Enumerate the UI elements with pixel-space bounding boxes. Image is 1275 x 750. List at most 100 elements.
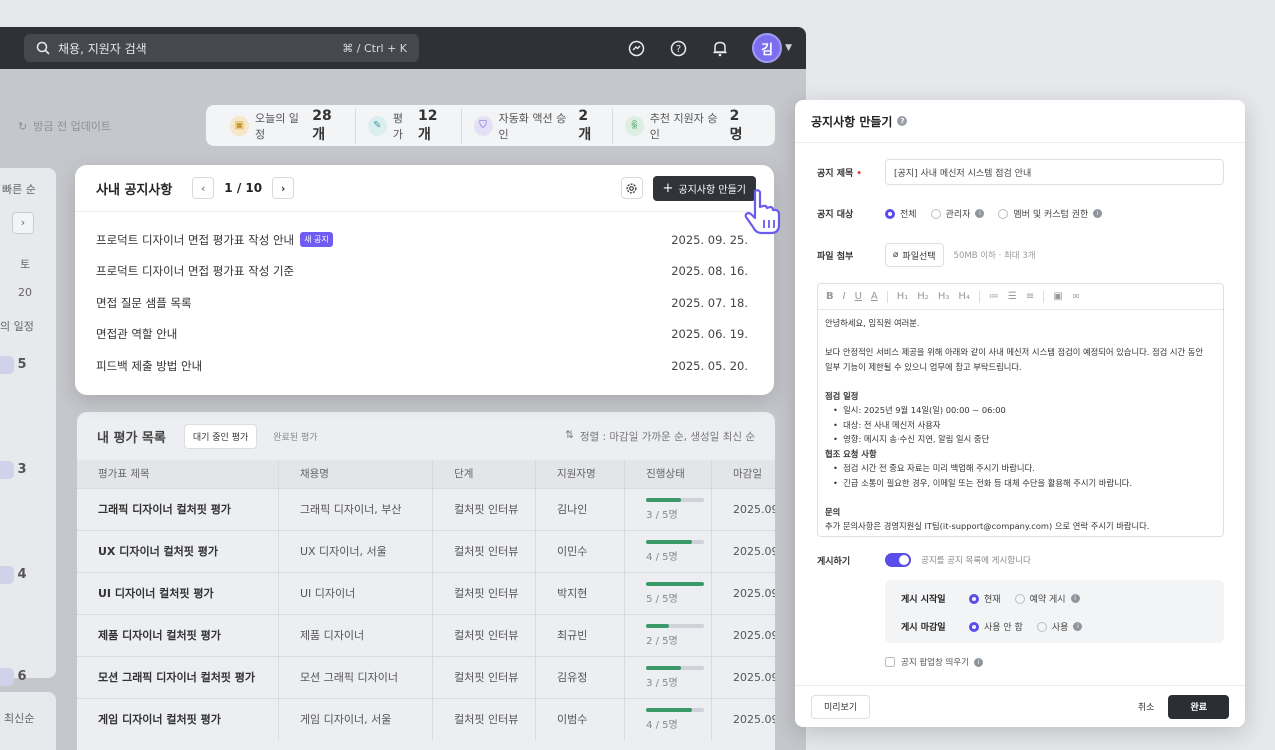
progress-bar xyxy=(646,707,705,712)
sort-info[interactable]: ⇅ 정렬 : 마감일 가까운 순, 생성일 최신 순 xyxy=(565,429,755,444)
cell-stage: 컬처핏 인터뷰 xyxy=(432,571,536,614)
cancel-button[interactable]: 취소 xyxy=(1138,700,1155,713)
italic-button[interactable]: I xyxy=(843,291,846,302)
info-icon[interactable]: i xyxy=(973,657,983,667)
notice-item[interactable]: 면접 질문 샘플 목록 2025. 07. 18. xyxy=(96,287,748,319)
target-option-all[interactable]: 전체 xyxy=(885,207,917,220)
ordered-list-icon[interactable]: ≔ xyxy=(989,291,999,302)
align-icon[interactable]: ≡ xyxy=(1026,291,1034,302)
progress-bar xyxy=(646,623,705,628)
table-row[interactable]: 게임 디자이너 컬처핏 평가 게임 디자이너, 서울 컬처핏 인터뷰 이범수 4 / 5… xyxy=(77,697,775,740)
heading4-button[interactable]: H₄ xyxy=(958,291,970,302)
progress-bar xyxy=(646,665,705,670)
notice-item[interactable]: 프로덕트 디자이너 면접 평가표 작성 안내 새 공지 2025. 09. 25. xyxy=(96,224,748,256)
target-option-member[interactable]: 멤버 및 커스텀 권한 i xyxy=(998,207,1103,220)
user-menu[interactable]: 김 ▼ xyxy=(752,33,792,63)
progress-fill xyxy=(646,581,705,586)
stat-label: 추천 지원자 승인 xyxy=(649,111,718,141)
cell-due: 2025.09.04 xyxy=(711,571,775,614)
heading3-button[interactable]: H₃ xyxy=(938,291,950,302)
bullet-list-icon[interactable]: ☰ xyxy=(1008,291,1017,302)
file-hint: 50MB 이하 · 최대 3개 xyxy=(953,251,1036,261)
stat-evaluation[interactable]: ✎ 평가 12개 xyxy=(356,107,462,144)
title-field-row: 공지 제목 • [공지] 사내 메신저 시스템 점검 안내 xyxy=(817,159,1224,185)
progress-fill xyxy=(646,623,670,628)
stat-schedule[interactable]: ▣ 오늘의 일정 28개 xyxy=(218,107,356,144)
file-label: 파일 첨부 xyxy=(817,251,854,262)
radio-label: 멤버 및 커스텀 권한 xyxy=(1013,210,1089,220)
cell-stage: 컬처핏 인터뷰 xyxy=(432,655,536,698)
page-total: / 10 xyxy=(236,181,263,195)
progress-text: 4 / 5명 xyxy=(646,551,678,563)
help-icon[interactable]: ? xyxy=(668,38,688,58)
title-input[interactable]: [공지] 사내 메신저 시스템 점검 안내 xyxy=(885,159,1224,185)
info-icon[interactable]: i xyxy=(975,209,985,218)
rich-text-editor[interactable]: B I U A H₁ H₂ H₃ H₄ ≔ ☰ ≡ ▣ ∞ 안녕하세요, 임직원… xyxy=(817,283,1224,537)
heading2-button[interactable]: H₂ xyxy=(917,291,929,302)
body-text: 긴급 소통이 필요한 경우, 이메일 또는 전화 등 대체 수단을 활용해 주시… xyxy=(843,477,1132,488)
progress-fill xyxy=(646,707,693,712)
info-icon[interactable]: i xyxy=(1070,594,1080,603)
search-bar[interactable]: 채용, 지원자 검색 ⌘ / Ctrl + K xyxy=(24,34,419,62)
tab-done[interactable]: 완료된 평가 xyxy=(265,425,325,448)
progress-bar xyxy=(646,497,705,502)
modal-footer: 미리보기 취소 완료 xyxy=(795,685,1245,727)
table-row[interactable]: 그래픽 디자이너 컬처핏 평가 그래픽 디자이너, 부산 컬처핏 인터뷰 김나인 3 /… xyxy=(77,487,775,530)
link-icon[interactable]: ∞ xyxy=(1072,291,1080,302)
bold-button[interactable]: B xyxy=(826,291,834,302)
table-row[interactable]: UI 디자이너 컬처핏 평가 UI 디자이너 컬처핏 인터뷰 박지현 5 / 5명 202… xyxy=(77,571,775,614)
body-heading: 점검 일정 xyxy=(825,390,859,401)
body-text: 점검 시간 전 중요 자료는 미리 백업해 주시기 바랍니다. xyxy=(843,463,1035,473)
title-label: 공지 제목 xyxy=(817,168,854,179)
tab-pending[interactable]: 대기 중인 평가 xyxy=(183,423,258,449)
text-color-button[interactable]: A xyxy=(871,291,878,302)
cell-stage: 컬처핏 인터뷰 xyxy=(432,487,536,530)
end-option-none[interactable]: 사용 안 함 xyxy=(969,620,1023,633)
column-header: 마감일 xyxy=(711,460,775,488)
prev-page-button[interactable]: ‹ xyxy=(192,177,215,199)
heading1-button[interactable]: H₁ xyxy=(897,291,909,302)
cell-due: 2025.09.06 xyxy=(711,655,775,698)
bell-icon[interactable] xyxy=(710,38,730,58)
stat-recommend[interactable]: ꆜ 추천 지원자 승인 2명 xyxy=(613,108,763,144)
body-blank xyxy=(825,374,1216,389)
settings-button[interactable] xyxy=(620,177,643,199)
table-row[interactable]: UX 디자이너 컬처핏 평가 UX 디자이너, 서울 컬처핏 인터뷰 이민수 4 / 5… xyxy=(77,529,775,572)
underline-button[interactable]: U xyxy=(855,291,862,302)
popup-checkbox[interactable] xyxy=(885,657,895,667)
target-option-admin[interactable]: 관리자 i xyxy=(930,207,985,220)
progress-text: 2 / 5명 xyxy=(646,635,678,647)
info-icon[interactable]: i xyxy=(1093,209,1103,218)
table-row[interactable]: 제품 디자이너 컬처핏 평가 제품 디자이너 컬처핏 인터뷰 최규빈 2 / 5명 202… xyxy=(77,613,775,656)
refresh-status[interactable]: ↻ 방금 전 업데이트 xyxy=(18,118,111,134)
notice-item[interactable]: 면접관 역할 안내 2025. 06. 19. xyxy=(96,319,748,351)
chat-icon[interactable] xyxy=(626,38,646,58)
publish-toggle[interactable] xyxy=(885,553,911,567)
gear-icon xyxy=(626,182,637,194)
info-icon[interactable]: i xyxy=(1073,622,1083,631)
notice-card: 사내 공지사항 ‹ 1 / 10 › + 공지사항 만들기 프로덕트 디자이너 면… xyxy=(75,165,774,395)
notice-item[interactable]: 피드백 제출 방법 안내 2025. 05. 20. xyxy=(96,350,748,382)
image-icon[interactable]: ▣ xyxy=(1053,291,1062,302)
stat-value: 28개 xyxy=(312,107,332,143)
help-icon[interactable]: ? xyxy=(897,116,908,126)
cell-due: 2025.09.07 xyxy=(711,697,775,740)
stat-automation[interactable]: ⛉ 자동화 액션 승인 2개 xyxy=(462,107,613,144)
next-arrow-icon[interactable]: › xyxy=(12,212,34,234)
hand-cursor-icon xyxy=(744,189,781,235)
editor-body[interactable]: 안녕하세요, 임직원 여러분. 보다 안정적인 서비스 제공을 위해 아래와 같… xyxy=(818,310,1223,536)
end-option-use[interactable]: 사용 i xyxy=(1036,620,1083,633)
preview-button[interactable]: 미리보기 xyxy=(811,694,871,719)
start-option-now[interactable]: 현재 xyxy=(969,592,1001,605)
cell-due: 2025.09.2 xyxy=(711,487,775,530)
cell-title: 모션 그래픽 디자이너 컬처핏 평가 xyxy=(77,655,279,698)
file-select-button[interactable]: ⌀ 파일선택 xyxy=(885,243,944,267)
radio-icon xyxy=(930,208,941,219)
notice-item[interactable]: 프로덕트 디자이너 면접 평가표 작성 기준 2025. 08. 16. xyxy=(96,256,748,288)
notice-item-title: 프로덕트 디자이너 면접 평가표 작성 안내 xyxy=(96,232,295,247)
start-option-scheduled[interactable]: 예약 게시 i xyxy=(1014,592,1080,605)
table-row[interactable]: 모션 그래픽 디자이너 컬처핏 평가 모션 그래픽 디자이너 컬처핏 인터뷰 김유정 3… xyxy=(77,655,775,698)
sort-icon: ⇅ xyxy=(565,428,574,441)
next-page-button[interactable]: › xyxy=(272,177,295,199)
done-button[interactable]: 완료 xyxy=(1168,694,1229,719)
